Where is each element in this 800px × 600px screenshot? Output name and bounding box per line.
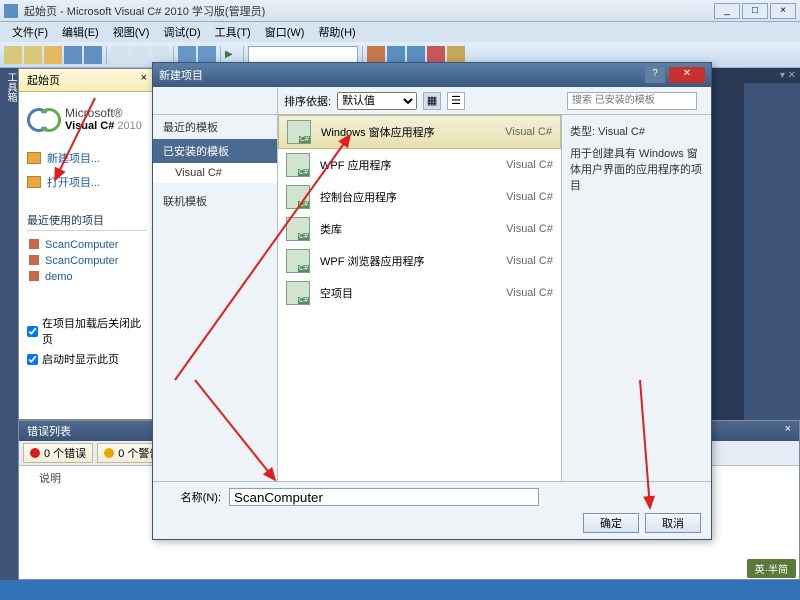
open-icon[interactable]: [44, 46, 62, 64]
tool-icon-4[interactable]: [427, 46, 445, 64]
redo-icon[interactable]: [198, 46, 216, 64]
cat-online[interactable]: 联机模板: [153, 189, 277, 213]
template-classlib[interactable]: 类库Visual C#: [278, 213, 561, 245]
cancel-button[interactable]: 取消: [645, 513, 701, 533]
template-list: Windows 窗体应用程序Visual C# WPF 应用程序Visual C…: [278, 115, 561, 481]
new-project-icon[interactable]: [4, 46, 22, 64]
template-winforms[interactable]: Windows 窗体应用程序Visual C#: [278, 115, 561, 149]
window-title: 起始页 - Microsoft Visual C# 2010 学习版(管理员): [24, 3, 714, 19]
open-project-icon: [27, 176, 41, 188]
tool-icon-2[interactable]: [387, 46, 405, 64]
template-wpf-browser[interactable]: WPF 浏览器应用程序Visual C#: [278, 245, 561, 277]
project-name-input[interactable]: [229, 488, 539, 506]
cut-icon[interactable]: [111, 46, 129, 64]
menu-file[interactable]: 文件(F): [6, 22, 54, 42]
cat-visual-csharp[interactable]: Visual C#: [153, 163, 277, 183]
template-search-input[interactable]: [567, 92, 697, 110]
menu-edit[interactable]: 编辑(E): [56, 22, 105, 42]
menu-window[interactable]: 窗口(W): [259, 22, 311, 42]
error-list-title: 错误列表: [27, 423, 71, 439]
app-icon: [4, 4, 18, 18]
ok-button[interactable]: 确定: [583, 513, 639, 533]
wpf-icon: [286, 153, 310, 177]
tool-icon-5[interactable]: [447, 46, 465, 64]
error-icon: [30, 448, 40, 458]
new-project-icon: [27, 152, 41, 164]
status-bar: [0, 580, 800, 600]
toolbox-rail[interactable]: 工具箱: [0, 68, 18, 600]
cat-installed[interactable]: 已安装的模板: [153, 139, 277, 163]
view-small-icon[interactable]: ☰: [447, 92, 465, 110]
menu-view[interactable]: 视图(V): [107, 22, 156, 42]
copy-icon[interactable]: [131, 46, 149, 64]
menu-help[interactable]: 帮助(H): [312, 22, 361, 42]
template-wpf[interactable]: WPF 应用程序Visual C#: [278, 149, 561, 181]
ime-badge: 英·半简: [747, 559, 796, 578]
menu-tools[interactable]: 工具(T): [209, 22, 257, 42]
show-on-startup-checkbox[interactable]: 启动时显示此页: [27, 349, 147, 369]
tool-icon-1[interactable]: [367, 46, 385, 64]
new-project-dialog: 新建项目 ? ✕ 排序依据: 默认值 ▦ ☰ 最近的模板 已安装的模板 Visu…: [152, 62, 712, 540]
new-project-link[interactable]: 新建项目...: [27, 146, 147, 170]
paste-icon[interactable]: [151, 46, 169, 64]
cat-recent[interactable]: 最近的模板: [153, 115, 277, 139]
warning-icon: [104, 448, 114, 458]
sort-select[interactable]: 默认值: [337, 92, 417, 110]
dialog-help-button[interactable]: ?: [645, 67, 665, 83]
brand-name: Visual C#: [65, 120, 114, 132]
desc-type: 类型: Visual C#: [570, 123, 703, 139]
minimize-button[interactable]: _: [714, 3, 740, 19]
winforms-icon: [287, 120, 311, 144]
name-label: 名称(N):: [163, 489, 221, 505]
start-debug-icon[interactable]: [225, 48, 239, 62]
window-titlebar: 起始页 - Microsoft Visual C# 2010 学习版(管理员) …: [0, 0, 800, 22]
template-categories: 最近的模板 已安装的模板 Visual C# 联机模板: [153, 115, 278, 481]
config-select[interactable]: [248, 46, 358, 64]
menu-debug[interactable]: 调试(D): [157, 22, 206, 42]
console-icon: [286, 185, 310, 209]
view-medium-icon[interactable]: ▦: [423, 92, 441, 110]
recent-item[interactable]: ScanComputer: [27, 237, 147, 253]
save-icon[interactable]: [64, 46, 82, 64]
save-all-icon[interactable]: [84, 46, 102, 64]
dialog-title: 新建项目: [159, 67, 645, 83]
panel-pin[interactable]: ▾ ✕: [744, 68, 800, 83]
dialog-close-button[interactable]: ✕: [669, 67, 705, 83]
template-description: 类型: Visual C# 用于创建具有 Windows 窗体用户界面的应用程序…: [561, 115, 711, 481]
recent-item[interactable]: ScanComputer: [27, 253, 147, 269]
undo-icon[interactable]: [178, 46, 196, 64]
brand-small: Microsoft®: [65, 106, 142, 120]
close-after-load-checkbox[interactable]: 在项目加载后关闭此页: [27, 313, 147, 349]
errors-filter[interactable]: 0 个错误: [23, 443, 93, 463]
menu-bar: 文件(F) 编辑(E) 视图(V) 调试(D) 工具(T) 窗口(W) 帮助(H…: [0, 22, 800, 42]
wpf-browser-icon: [286, 249, 310, 273]
sort-label: 排序依据:: [284, 93, 331, 109]
start-page-tab[interactable]: 起始页×: [19, 69, 155, 92]
classlib-icon: [286, 217, 310, 241]
tool-icon-3[interactable]: [407, 46, 425, 64]
open-project-link[interactable]: 打开项目...: [27, 170, 147, 194]
error-list-close[interactable]: ×: [785, 423, 791, 439]
recent-item[interactable]: demo: [27, 269, 147, 285]
desc-text: 用于创建具有 Windows 窗体用户界面的应用程序的项目: [570, 145, 703, 193]
infinity-icon: [27, 108, 61, 130]
maximize-button[interactable]: □: [742, 3, 768, 19]
close-button[interactable]: ×: [770, 3, 796, 19]
recent-header: 最近使用的项目: [27, 212, 147, 231]
vs-logo: Microsoft® Visual C# 2010: [27, 106, 147, 132]
brand-year: 2010: [117, 120, 141, 132]
template-empty[interactable]: 空项目Visual C#: [278, 277, 561, 309]
solution-explorer-panel: ▾ ✕: [744, 68, 800, 420]
empty-icon: [286, 281, 310, 305]
start-page: 起始页× Microsoft® Visual C# 2010 新建项目... 打…: [18, 68, 156, 420]
template-console[interactable]: 控制台应用程序Visual C#: [278, 181, 561, 213]
add-item-icon[interactable]: [24, 46, 42, 64]
